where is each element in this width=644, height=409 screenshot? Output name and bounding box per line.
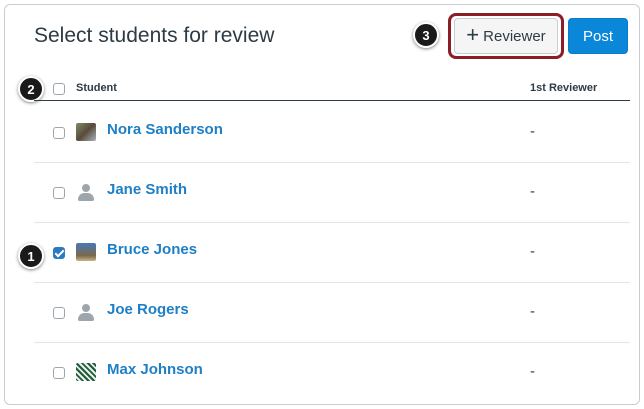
reviewer-value: - <box>530 183 535 200</box>
student-avatar <box>76 123 96 141</box>
reviewer-value: - <box>530 243 535 260</box>
student-avatar <box>76 363 96 381</box>
add-reviewer-label: Reviewer <box>483 27 546 45</box>
table-row: Nora Sanderson - <box>34 103 630 163</box>
student-name-link[interactable]: Max Johnson <box>107 361 203 378</box>
post-button[interactable]: Post <box>568 18 628 54</box>
row-checkbox[interactable] <box>53 307 65 319</box>
student-avatar <box>76 243 96 261</box>
student-name-link[interactable]: Joe Rogers <box>107 301 189 318</box>
student-column-header: Student <box>76 82 117 94</box>
table-header: Student 1st Reviewer <box>34 78 630 101</box>
student-name-link[interactable]: Jane Smith <box>107 181 187 198</box>
row-checkbox[interactable] <box>53 127 65 139</box>
row-checkbox[interactable] <box>53 187 65 199</box>
page-title: Select students for review <box>34 24 275 47</box>
student-name-link[interactable]: Nora Sanderson <box>107 121 223 138</box>
callout-3: 3 <box>413 22 439 48</box>
table-row: Joe Rogers - <box>34 283 630 343</box>
student-name-link[interactable]: Bruce Jones <box>107 241 197 258</box>
reviewer-column-header: 1st Reviewer <box>530 82 598 94</box>
reviewer-value: - <box>530 363 535 380</box>
table-row: Bruce Jones - <box>34 223 630 283</box>
add-reviewer-button[interactable]: + Reviewer <box>454 18 558 54</box>
table-row: Max Johnson - <box>34 343 630 403</box>
row-checkbox-checked[interactable] <box>53 247 65 259</box>
plus-icon: + <box>466 22 480 47</box>
reviewer-value: - <box>530 123 535 140</box>
select-all-checkbox[interactable] <box>53 83 65 95</box>
row-checkbox[interactable] <box>53 367 65 379</box>
table-row: Jane Smith - <box>34 163 630 223</box>
default-person-icon <box>76 303 96 321</box>
default-person-icon <box>76 183 96 201</box>
reviewer-value: - <box>530 303 535 320</box>
